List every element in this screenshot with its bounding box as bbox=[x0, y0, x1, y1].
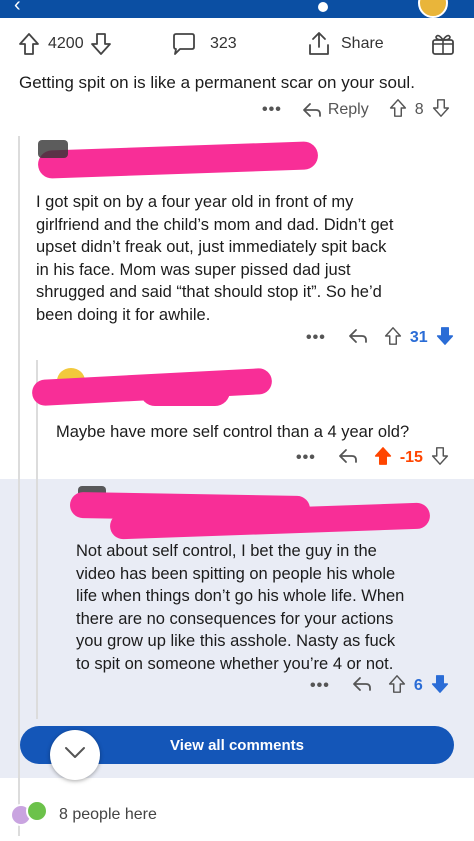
more-options-icon[interactable]: ••• bbox=[262, 101, 282, 119]
post-action-bar: 4200 323 Share bbox=[0, 24, 474, 64]
comment-body: I got spit on by a four year old in fron… bbox=[36, 191, 466, 327]
chevron-down-icon bbox=[63, 745, 87, 766]
thread-line bbox=[36, 479, 38, 719]
upvote-icon[interactable] bbox=[374, 446, 392, 471]
parent-comment-text: Getting spit on is like a permanent scar… bbox=[19, 73, 415, 92]
comment-body: Maybe have more self control than a 4 ye… bbox=[56, 423, 410, 441]
comment-line: I got spit on by a four year old in fron… bbox=[36, 193, 354, 211]
redacted-username bbox=[37, 141, 319, 179]
vote-count: -15 bbox=[399, 449, 423, 466]
downvote-icon[interactable] bbox=[431, 674, 449, 699]
avatar bbox=[38, 140, 68, 158]
redacted-username bbox=[140, 376, 230, 406]
upvote-icon[interactable] bbox=[389, 98, 407, 123]
comments-button[interactable]: 323 bbox=[171, 32, 237, 56]
comment-actions: ••• -15 bbox=[296, 444, 449, 472]
presence-text: 8 people here bbox=[59, 806, 157, 823]
comment-line: video has been spitting on people his wh… bbox=[76, 564, 396, 583]
more-options-icon[interactable]: ••• bbox=[310, 677, 330, 695]
view-all-comments-label: View all comments bbox=[170, 736, 304, 754]
comment-actions: ••• 6 bbox=[310, 672, 449, 700]
user-avatar[interactable] bbox=[418, 0, 448, 18]
comment-body: Not about self control, I bet the guy in… bbox=[76, 540, 466, 676]
comment-line: you grow up like this asshole. Nasty as … bbox=[76, 632, 396, 651]
comment-line: in his face. Mom was super pissed dad ju… bbox=[36, 260, 351, 279]
scroll-down-button[interactable] bbox=[50, 730, 100, 780]
share-label: Share bbox=[341, 35, 384, 52]
presence-indicator: 8 people here bbox=[0, 796, 474, 836]
thread-line bbox=[18, 479, 20, 778]
thread-line bbox=[36, 360, 38, 480]
top-app-bar: ‹ bbox=[0, 0, 474, 18]
reply-arrow-icon bbox=[302, 103, 321, 117]
more-options-icon[interactable]: ••• bbox=[306, 329, 326, 347]
upvote-count: 4200 bbox=[48, 35, 84, 52]
comment-line: shrugged and said “that should stop it”.… bbox=[36, 283, 382, 302]
vote-group: 4200 bbox=[18, 32, 112, 56]
upvote-icon[interactable] bbox=[384, 326, 402, 351]
share-icon bbox=[307, 31, 331, 57]
vote-count: 8 bbox=[414, 101, 424, 118]
vote-count: 6 bbox=[413, 677, 423, 694]
comment-count: 323 bbox=[210, 35, 237, 52]
award-button[interactable] bbox=[430, 32, 456, 56]
reply-button[interactable]: Reply bbox=[302, 101, 369, 119]
downvote-icon[interactable] bbox=[90, 32, 112, 56]
comment-line: life when things don’t go his whole life… bbox=[76, 587, 405, 606]
upvote-icon[interactable] bbox=[388, 674, 406, 699]
reply-arrow-icon[interactable] bbox=[352, 675, 372, 698]
downvote-icon[interactable] bbox=[431, 446, 449, 471]
reply-arrow-icon[interactable] bbox=[348, 327, 368, 350]
status-dot-icon bbox=[318, 2, 328, 12]
award-gift-icon bbox=[430, 31, 456, 57]
downvote-icon[interactable] bbox=[432, 98, 450, 123]
comment-line: girlfriend and the child’s mom and dad. … bbox=[36, 215, 394, 234]
reply-arrow-icon[interactable] bbox=[338, 447, 358, 470]
avatar bbox=[26, 800, 48, 822]
comment-bubble-icon bbox=[171, 32, 197, 56]
comment-actions: ••• 31 bbox=[306, 324, 454, 352]
downvote-icon[interactable] bbox=[436, 326, 454, 351]
more-options-icon[interactable]: ••• bbox=[296, 449, 316, 467]
parent-comment-actions: ••• Reply 8 bbox=[262, 96, 450, 124]
vote-count: 31 bbox=[409, 329, 428, 346]
reply-label: Reply bbox=[327, 101, 369, 118]
upvote-icon[interactable] bbox=[18, 32, 40, 56]
share-button[interactable]: Share bbox=[307, 32, 384, 56]
comment-line: upset didn’t freak out, just immediately… bbox=[36, 238, 387, 257]
comment-line: Not about self control, I bet the guy in… bbox=[76, 542, 377, 560]
comment-line: there are no consequences for your actio… bbox=[76, 609, 394, 628]
back-arrow-icon[interactable]: ‹ bbox=[14, 0, 21, 17]
